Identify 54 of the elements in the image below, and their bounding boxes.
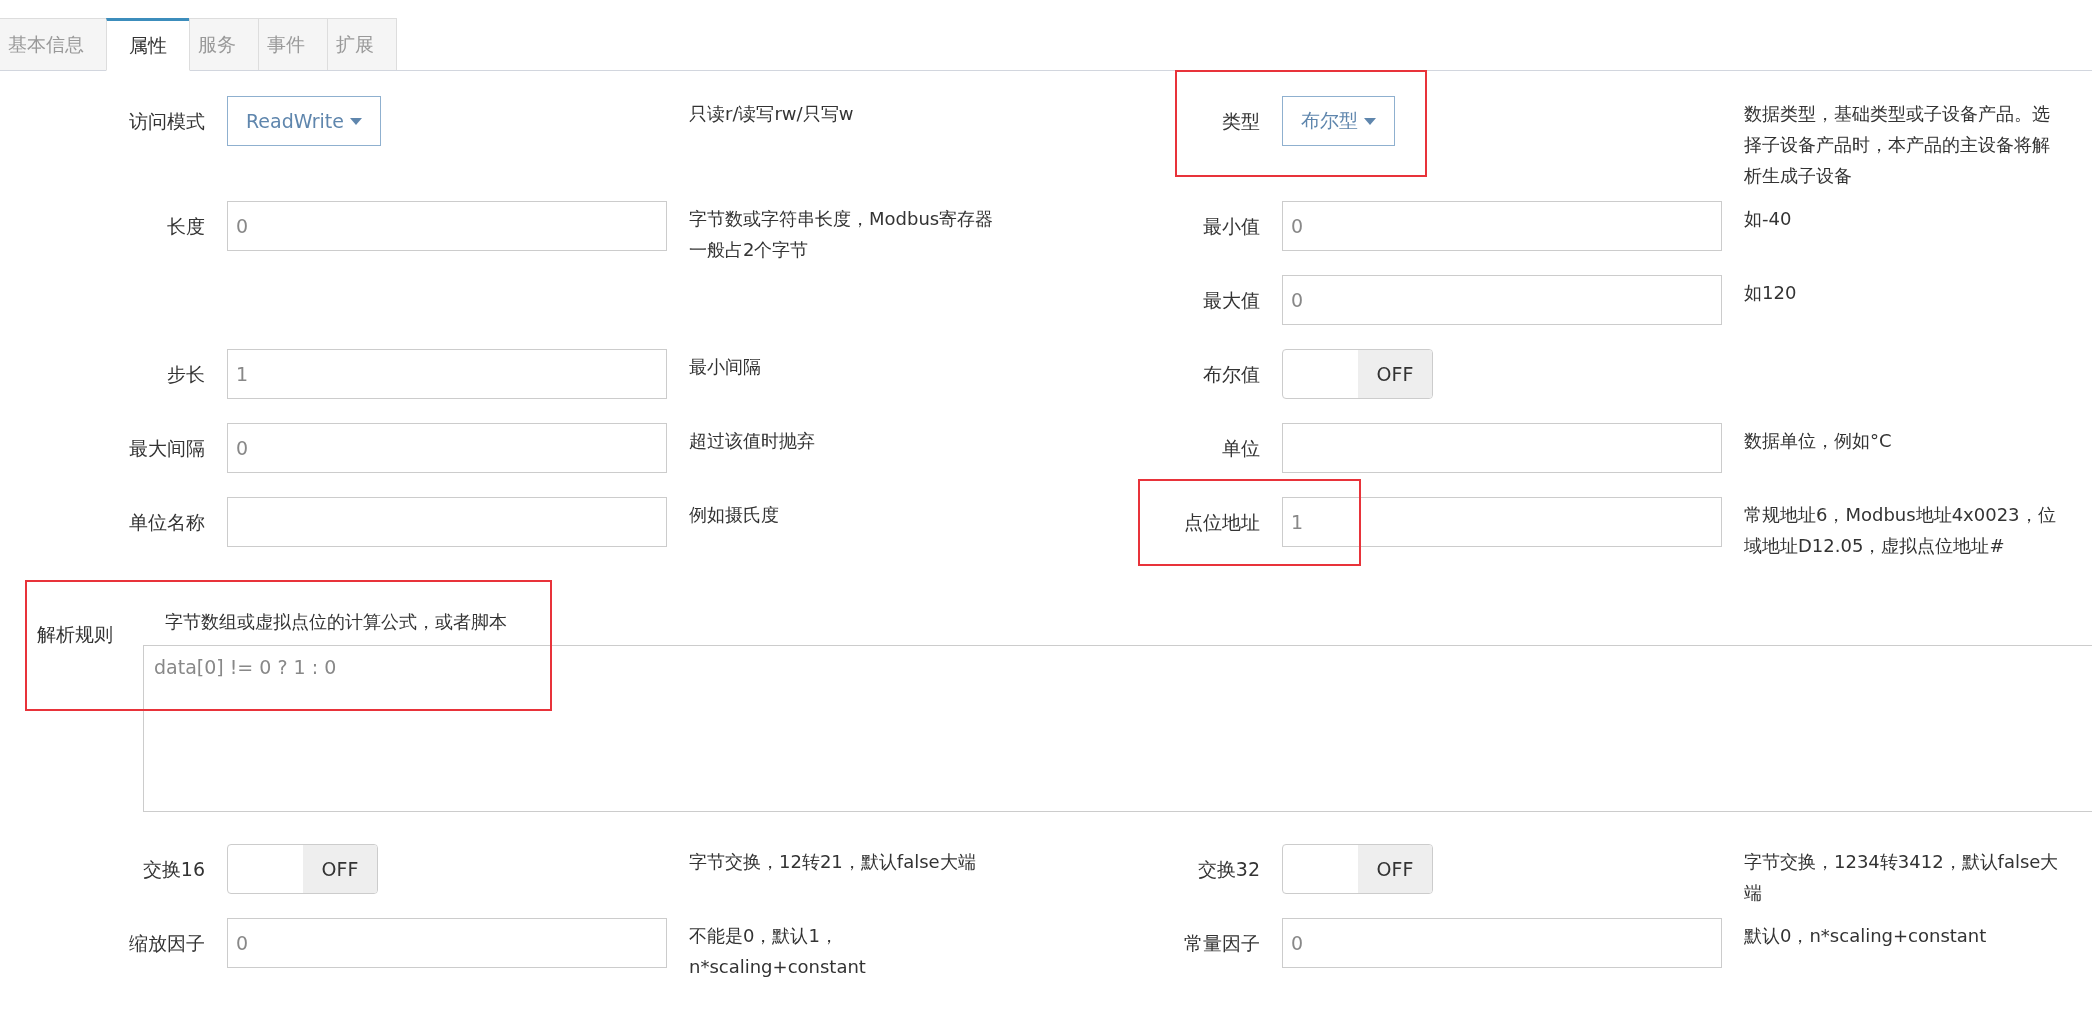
help-text: 默认0，n*scaling+constant xyxy=(1744,924,1988,948)
dropdown-button[interactable]: ReadWrite xyxy=(227,96,381,146)
field-label: 最大值 xyxy=(1202,288,1260,313)
toggle-switch[interactable]: OFF xyxy=(227,844,378,894)
help-text: 字节数组或虚拟点位的计算公式，或者脚本 xyxy=(165,610,507,634)
input-field[interactable] xyxy=(1282,423,1722,473)
tab[interactable]: 基本信息 xyxy=(0,18,107,70)
field-label: 交换32 xyxy=(1196,857,1260,882)
field-label: 缩放因子 xyxy=(128,931,205,956)
field-label: 长度 xyxy=(166,214,205,239)
input-field[interactable]: 0 xyxy=(1282,201,1722,251)
caret-icon xyxy=(349,117,362,125)
field-label: 解析规则 xyxy=(37,622,114,647)
input-field[interactable]: 1 xyxy=(1282,497,1722,547)
input-field[interactable]: 0 xyxy=(1282,275,1722,325)
help-text: 常规地址6，Modbus地址4x0023，位域地址D12.05，虚拟点位地址# xyxy=(1744,503,2057,558)
field-label: 点位地址 xyxy=(1183,510,1260,535)
field-label: 常量因子 xyxy=(1183,931,1260,956)
help-text: 超过该值时抛弃 xyxy=(689,429,816,453)
caret-icon xyxy=(1364,117,1376,125)
tab[interactable]: 服务 xyxy=(189,18,259,70)
tab[interactable]: 属性 xyxy=(106,18,190,71)
input-field[interactable]: 0 xyxy=(227,918,667,968)
help-text: 最小间隔 xyxy=(689,355,762,379)
field-label: 最小值 xyxy=(1202,214,1260,239)
help-text: 字节数或字符串长度，Modbus寄存器一般占2个字节 xyxy=(689,207,995,262)
help-text: 字节交换，1234转3412，默认false大端 xyxy=(1744,850,2059,905)
dropdown-button[interactable]: 布尔型 xyxy=(1282,96,1395,146)
field-label: 最大间隔 xyxy=(128,436,205,461)
field-label: 步长 xyxy=(166,362,205,387)
field-label: 交换16 xyxy=(141,857,205,882)
help-text: 如120 xyxy=(1744,281,1798,305)
help-text: 例如摄氏度 xyxy=(689,503,780,527)
field-label: 单位名称 xyxy=(128,510,205,535)
help-text: 字节交换，12转21，默认false大端 xyxy=(689,850,977,874)
help-text: 数据类型，基础类型或子设备产品。选择子设备产品时，本产品的主设备将解析生成子设备 xyxy=(1744,102,2051,188)
field-label: 单位 xyxy=(1221,436,1260,461)
field-label: 布尔值 xyxy=(1202,362,1260,387)
help-text: 数据单位，例如°C xyxy=(1744,429,1893,453)
help-text: 只读r/读写rw/只写w xyxy=(689,102,855,126)
help-text: 不能是0，默认1，n*scaling+constant xyxy=(689,924,867,979)
input-field[interactable]: 0 xyxy=(1282,918,1722,968)
toggle-switch[interactable]: OFF xyxy=(1282,349,1433,399)
input-field[interactable] xyxy=(227,497,667,547)
toggle-switch[interactable]: OFF xyxy=(1282,844,1433,894)
input-field[interactable]: 0 xyxy=(227,201,667,251)
field-label: 访问模式 xyxy=(128,109,205,134)
input-field[interactable]: 1 xyxy=(227,349,667,399)
input-field[interactable]: 0 xyxy=(227,423,667,473)
tab[interactable]: 事件 xyxy=(258,18,328,70)
field-label: 类型 xyxy=(1221,109,1260,134)
script-textarea[interactable]: data[0] != 0 ? 1 : 0 xyxy=(143,645,2092,812)
help-text: 如-40 xyxy=(1744,207,1793,231)
tab[interactable]: 扩展 xyxy=(327,18,397,70)
